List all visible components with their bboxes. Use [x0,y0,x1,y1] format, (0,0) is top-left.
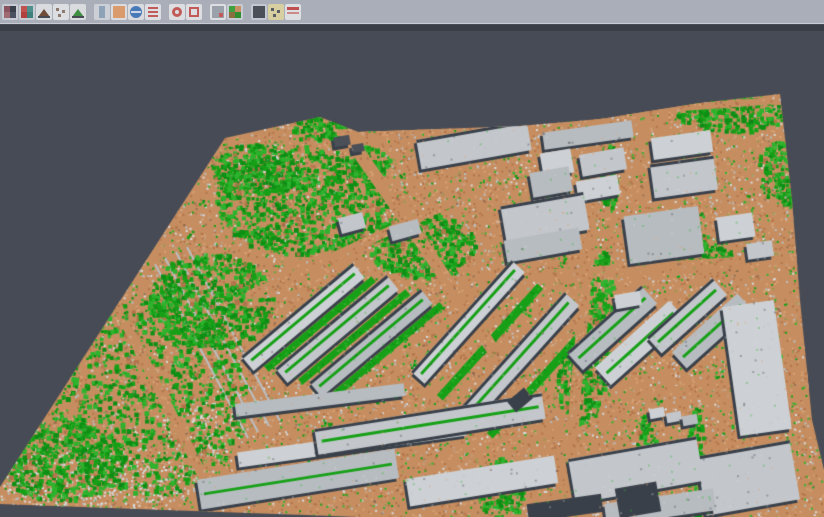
red-list-icon[interactable] [145,4,161,20]
classification-view-icon-glyph [235,12,241,18]
toolbar [0,0,824,24]
point-cloud-icon-glyph [10,12,16,18]
selection-brackets-icon-glyph [192,10,196,14]
selection-brackets-icon[interactable] [186,4,202,20]
red-bars-icon[interactable] [285,4,301,20]
layers-icon-glyph [273,14,276,17]
toolbar-separator [162,4,169,20]
layers-icon-glyph [277,10,280,13]
terrain-brown-icon[interactable] [36,4,52,20]
terrain-brown-icon-glyph [38,16,50,18]
viewport-3d-pointcloud[interactable] [0,31,824,517]
sparse-points-icon-glyph [56,8,59,11]
classification-view-icon[interactable] [227,4,243,20]
classify-split-icon-glyph [27,12,33,18]
globe-icon[interactable] [128,4,144,20]
sparse-points-icon[interactable] [53,4,69,20]
red-bars-icon-glyph [287,7,299,10]
sparse-points-icon-glyph [58,14,61,17]
red-bars-icon-glyph [287,12,299,14]
target-ring-icon-glyph [172,7,182,17]
screenshot-icon[interactable] [210,4,226,20]
layers-icon-glyph [271,8,274,11]
profile-view-icon[interactable] [94,4,110,20]
terrain-green-icon[interactable] [70,4,86,20]
terrain-green-icon-glyph [72,16,84,18]
layers-icon[interactable] [268,4,284,20]
screenshot-icon-glyph [219,13,223,17]
target-ring-icon[interactable] [169,4,185,20]
toolbar-separator [87,4,94,20]
sparse-points-icon-glyph [62,10,65,13]
ortho-view-icon[interactable] [111,4,127,20]
point-cloud-icon[interactable] [2,4,18,20]
globe-icon-glyph [131,11,141,13]
camera-icon-glyph [253,6,265,18]
camera-icon[interactable] [251,4,267,20]
profile-view-icon-glyph [99,6,105,18]
red-list-icon-glyph [148,11,158,13]
toolbar-separator [203,4,210,20]
red-list-icon-glyph [148,15,158,17]
red-list-icon-glyph [148,7,158,9]
classify-split-icon[interactable] [19,4,35,20]
toolbar-separator [244,4,251,20]
ortho-view-icon-glyph [113,6,125,18]
